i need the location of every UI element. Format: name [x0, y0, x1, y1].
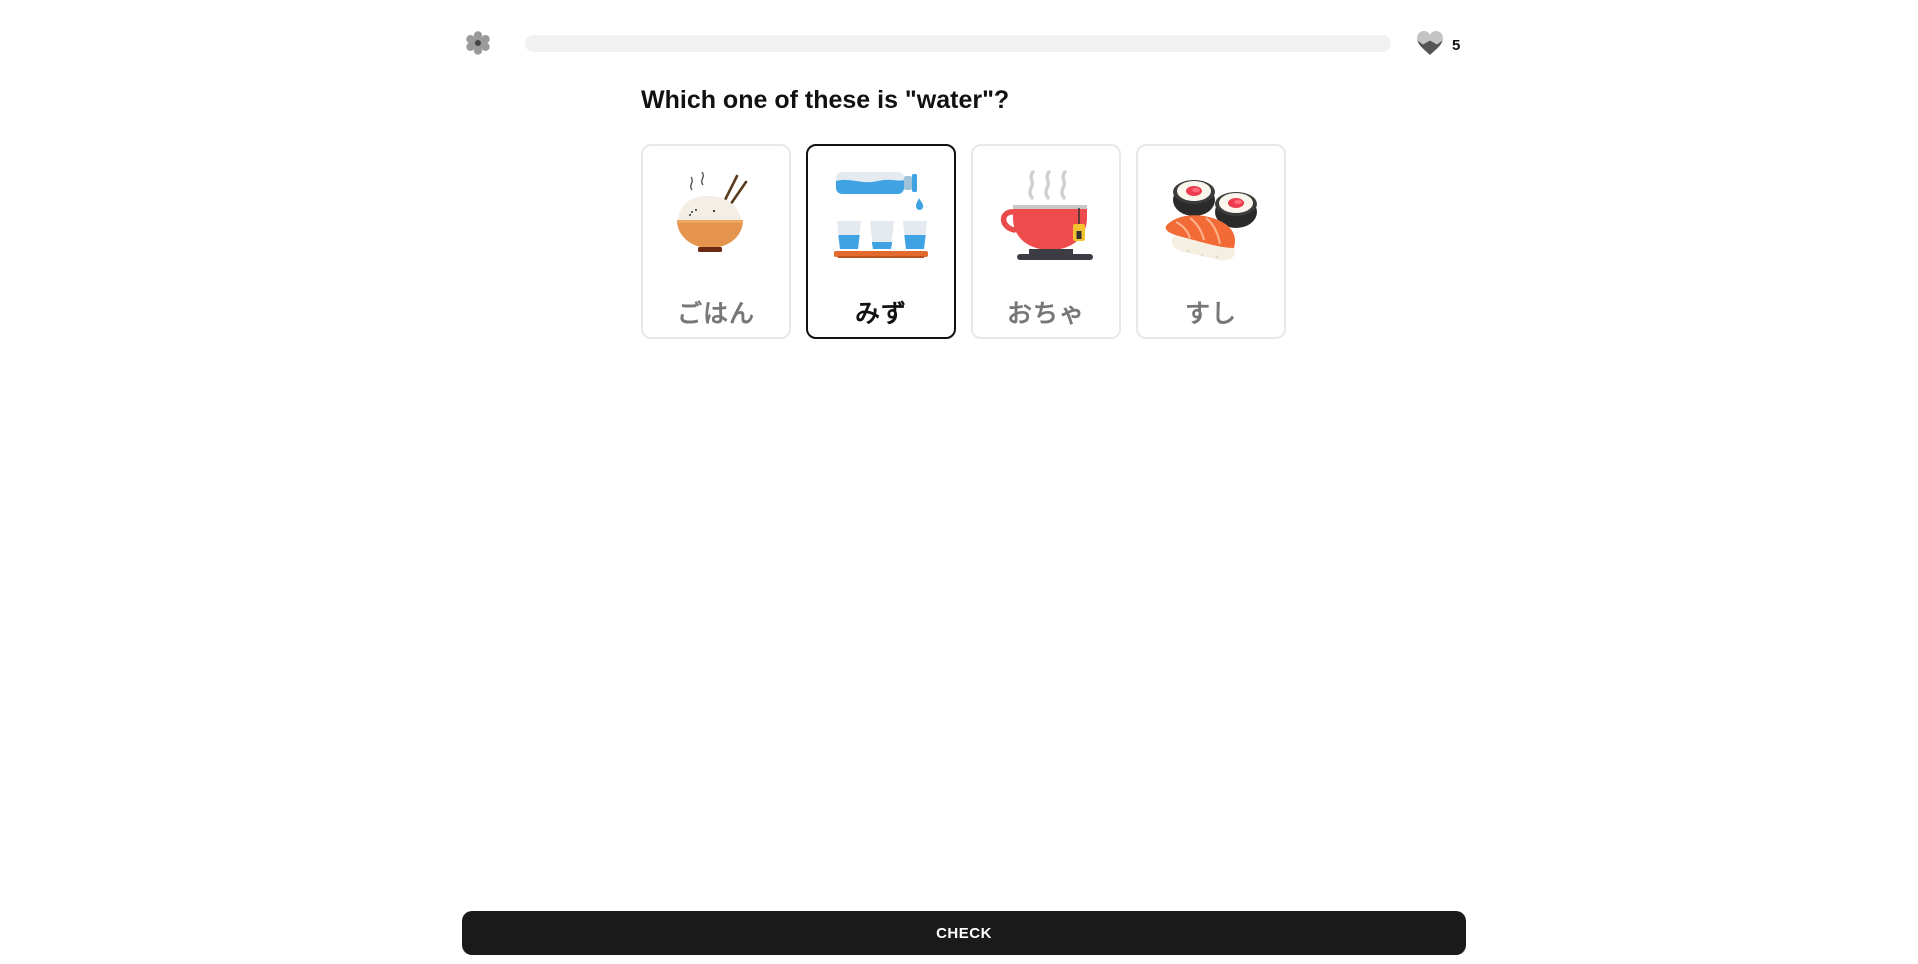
- hearts-count: 5: [1452, 36, 1461, 54]
- top-bar: 5: [462, 27, 1466, 59]
- hearts-counter: 5: [1416, 29, 1460, 61]
- choice-card-sushi[interactable]: すし: [1136, 144, 1286, 339]
- choice-card-mizu[interactable]: みず: [806, 144, 956, 339]
- choice-label: ごはん: [676, 299, 755, 328]
- answer-choices: ごはん みず おちゃ すし: [641, 144, 1286, 339]
- sushi-icon: [1162, 168, 1262, 268]
- choice-card-gohan[interactable]: ごはん: [641, 144, 791, 339]
- heart-icon: [1416, 30, 1444, 61]
- water-bottle-cups-icon: [832, 168, 932, 268]
- lesson-progress-bar: [525, 35, 1391, 52]
- rice-bowl-icon: [667, 168, 767, 268]
- settings-button[interactable]: [462, 29, 494, 61]
- choice-label: おちゃ: [1006, 299, 1085, 328]
- check-button[interactable]: CHECK: [462, 911, 1466, 955]
- choice-label: すし: [1184, 299, 1237, 328]
- question-prompt: Which one of these is "water"?: [641, 86, 1010, 114]
- gear-icon: [464, 29, 492, 62]
- choice-card-ocha[interactable]: おちゃ: [971, 144, 1121, 339]
- choice-label: みず: [854, 299, 907, 328]
- tea-cup-icon: [997, 168, 1097, 268]
